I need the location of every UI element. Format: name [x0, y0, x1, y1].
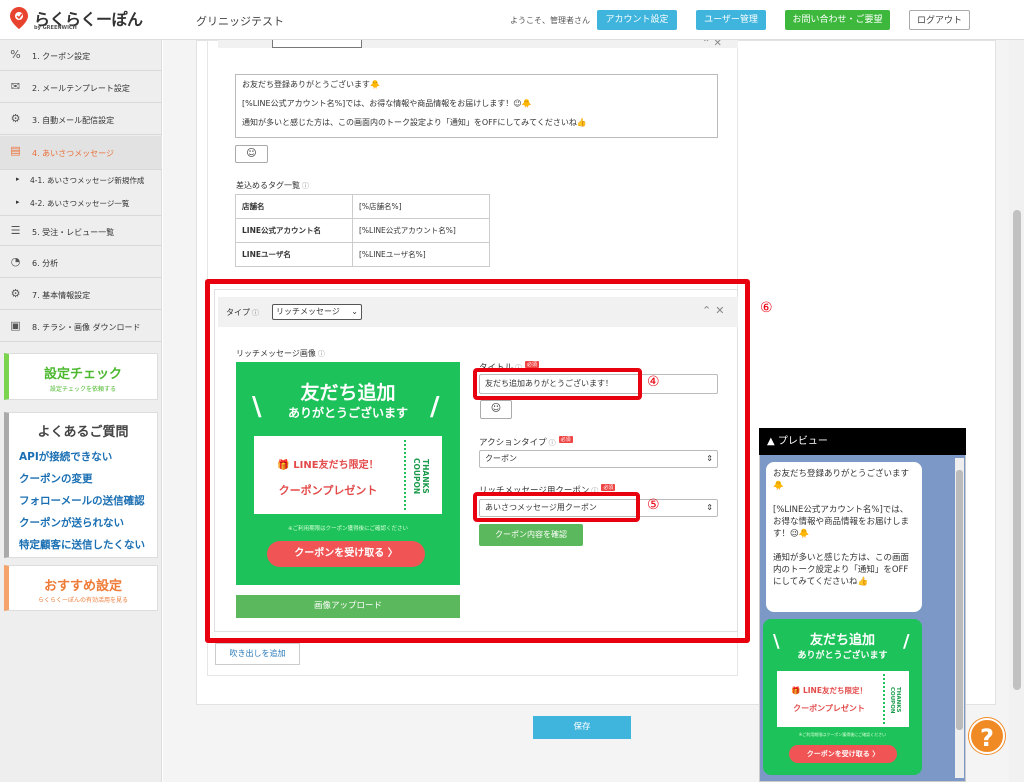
faq-link[interactable]: フォローメールの送信確認 — [19, 493, 145, 508]
ticket-line1: 🎁 LINE友だち限定！ — [791, 686, 867, 695]
sidebar-item-label: 8. チラシ・画像 ダウンロード — [32, 323, 141, 332]
sidebar-item-label: 4. あいさつメッセージ — [32, 149, 115, 158]
user-management-button[interactable]: ユーザー管理 — [696, 10, 766, 30]
mail-icon: ✉ — [10, 80, 21, 93]
list-icon: ☰ — [10, 224, 21, 237]
faq-link[interactable]: クーポンが送られない — [19, 515, 124, 530]
sidebar-subitem-new-greeting[interactable]: 4-1. あいさつメッセージ新規作成 — [16, 175, 144, 186]
ticket-side-text: THANKS COUPON — [889, 686, 901, 714]
preview-line: 通知が多いと感じた方は、この画面内のトーク設定より「通知」をOFFにしてみてくだ… — [773, 553, 910, 587]
faq-link[interactable]: 特定顧客に送信したくない — [19, 537, 145, 552]
account-settings-button[interactable]: アカウント設定 — [597, 10, 677, 30]
sidebar-item-download[interactable]: ▣ 8. チラシ・画像 ダウンロード — [0, 311, 162, 342]
logout-button[interactable]: ログアウト — [909, 10, 970, 30]
download-image-icon: ▣ — [10, 319, 21, 332]
table-row: LINEユーザ名 [%LINEユーザ名%] — [235, 242, 490, 267]
percent-icon: % — [10, 48, 21, 61]
sidebar-item-analytics[interactable]: ◔ 6. 分析 — [0, 247, 162, 278]
message-line: [%LINE公式アカウント名%]では、お得な情報や商品情報をお届けします！😉🐥 — [242, 99, 532, 108]
preview-banner-title: 友だち追加 — [809, 633, 875, 648]
faq-title: よくあるご質問 — [37, 425, 129, 440]
sidebar-item-orders[interactable]: ☰ 5. 受注・レビュー一覧 — [0, 215, 162, 246]
sidebar-subitem-greeting-list[interactable]: 4-2. あいさつメッセージ一覧 — [16, 198, 129, 209]
sidebar-item-label: 1. クーポン設定 — [32, 52, 91, 61]
faq-link[interactable]: クーポンの変更 — [19, 471, 93, 486]
add-bubble-button[interactable]: 吹き出しを追加 — [215, 643, 300, 665]
preview-header[interactable]: ▲ プレビュー — [759, 428, 966, 455]
sidebar-item-basic-settings[interactable]: ⚙ 7. 基本情報設定 — [0, 279, 162, 310]
help-icon[interactable]: ⓘ — [302, 182, 309, 190]
marker-5: ⑤ — [647, 497, 660, 513]
chat-icon: ▤ — [10, 144, 21, 157]
gear-icon: ⚙ — [10, 287, 21, 300]
logo-pin-icon — [10, 7, 28, 29]
sidebar-item-coupon[interactable]: % 1. クーポン設定 — [0, 40, 162, 71]
sidebar-item-label: 2. メールテンプレート設定 — [32, 84, 130, 93]
sidebar-item-label: 6. 分析 — [32, 259, 59, 268]
sidebar: % 1. クーポン設定 ✉ 2. メールテンプレート設定 ⚙ 3. 自動メール配信設定… — [0, 40, 162, 782]
marker-6: ⑥ — [760, 300, 773, 316]
pie-chart-icon: ◔ — [10, 255, 21, 268]
save-button[interactable]: 保存 — [533, 716, 631, 739]
message-textarea[interactable]: お友だち登録ありがとうございます🐥 [%LINE公式アカウント名%]では、お得な… — [235, 74, 718, 138]
settings-check-sub: 設定チェックを依頼する — [49, 386, 116, 393]
faq-panel: よくあるご質問 APIが接続できない クーポンの変更 フォローメールの送信確認 … — [4, 412, 158, 558]
recommend-banner[interactable]: おすすめ設定 らくらくーぽんの有効活用を見る — [4, 565, 158, 611]
recommend-sub: らくらくーぽんの有効活用を見る — [37, 597, 128, 604]
top-header: らくらくーぽん by GREENWICH グリニッジテスト ようこそ、管理者さん… — [0, 0, 1024, 40]
preview-text-bubble: お友だち登録ありがとうございます🐥 [%LINE公式アカウント名%]では、お得な… — [766, 462, 922, 612]
message-line: お友だち登録ありがとうございます🐥 — [242, 80, 380, 89]
sidebar-item-auto-mail[interactable]: ⚙ 3. 自動メール配信設定 — [0, 104, 162, 135]
sidebar-item-label: 3. 自動メール配信設定 — [32, 116, 115, 125]
logo-subtitle: by GREENWICH — [34, 25, 77, 31]
shop-name: グリニッジテスト — [196, 15, 284, 28]
gears-icon: ⚙ — [10, 112, 21, 125]
preview-scroll-thumb[interactable] — [956, 470, 963, 730]
preview-line: お友だち登録ありがとうございます🐥 — [773, 469, 910, 491]
table-row: LINE公式アカウント名 [%LINE公式アカウント名%] — [235, 218, 490, 243]
marker-4: ④ — [647, 374, 660, 390]
preview-rich-banner: \ / 友だち追加 ありがとうございます 🎁 LINE友だち限定！ クーポンプレ… — [763, 619, 922, 775]
recommend-title: おすすめ設定 — [43, 579, 122, 594]
settings-check-banner[interactable]: 設定チェック 設定チェックを依頼する — [4, 353, 158, 400]
table-row: 店舗名 [%店舗名%] — [235, 194, 490, 219]
ticket-line2: クーポンプレゼント — [793, 704, 865, 713]
emoji-button[interactable]: ☺ — [235, 145, 268, 163]
highlight-box-5 — [473, 492, 640, 522]
preview-banner-subtitle: ありがとうございます — [797, 651, 888, 661]
help-button[interactable]: ? — [969, 718, 1005, 754]
highlight-box-4 — [473, 368, 642, 400]
preview-banner-cta: クーポンを受け取る 〉 — [789, 745, 897, 763]
sidebar-item-label: 7. 基本情報設定 — [32, 291, 91, 300]
tag-table: 店舗名 [%店舗名%] LINE公式アカウント名 [%LINE公式アカウント名%] … — [235, 194, 490, 267]
sidebar-item-mail-template[interactable]: ✉ 2. メールテンプレート設定 — [0, 72, 162, 103]
welcome-text: ようこそ、管理者さん — [510, 16, 590, 25]
tag-list-title: 差込めるタグ一覧 ⓘ — [236, 181, 309, 190]
preview-ticket: 🎁 LINE友だち限定！ クーポンプレゼント THANKS COUPON — [777, 671, 909, 727]
message-line: 通知が多いと感じた方は、この画面内のトーク設定より「通知」をOFFにしてみてくだ… — [242, 118, 587, 127]
faq-link[interactable]: APIが接続できない — [19, 449, 112, 464]
contact-button[interactable]: お問い合わせ・ご要望 — [785, 10, 890, 30]
ticket-divider — [883, 674, 885, 724]
top-type-select[interactable] — [272, 40, 362, 48]
settings-check-title: 設定チェック — [43, 367, 122, 382]
preview-line: [%LINE公式アカウント名%]では、お得な情報や商品情報をお届けします！😉🐥 — [773, 505, 910, 539]
highlight-box-6 — [205, 279, 750, 643]
sidebar-item-greeting[interactable]: ▤ 4. あいさつメッセージ — [0, 136, 162, 170]
banner-note: ※ご利用期限はクーポン獲得後にご確認ください — [798, 732, 887, 737]
sidebar-item-label: 5. 受注・レビュー一覧 — [32, 228, 115, 237]
page-scroll-thumb[interactable] — [1013, 210, 1021, 690]
